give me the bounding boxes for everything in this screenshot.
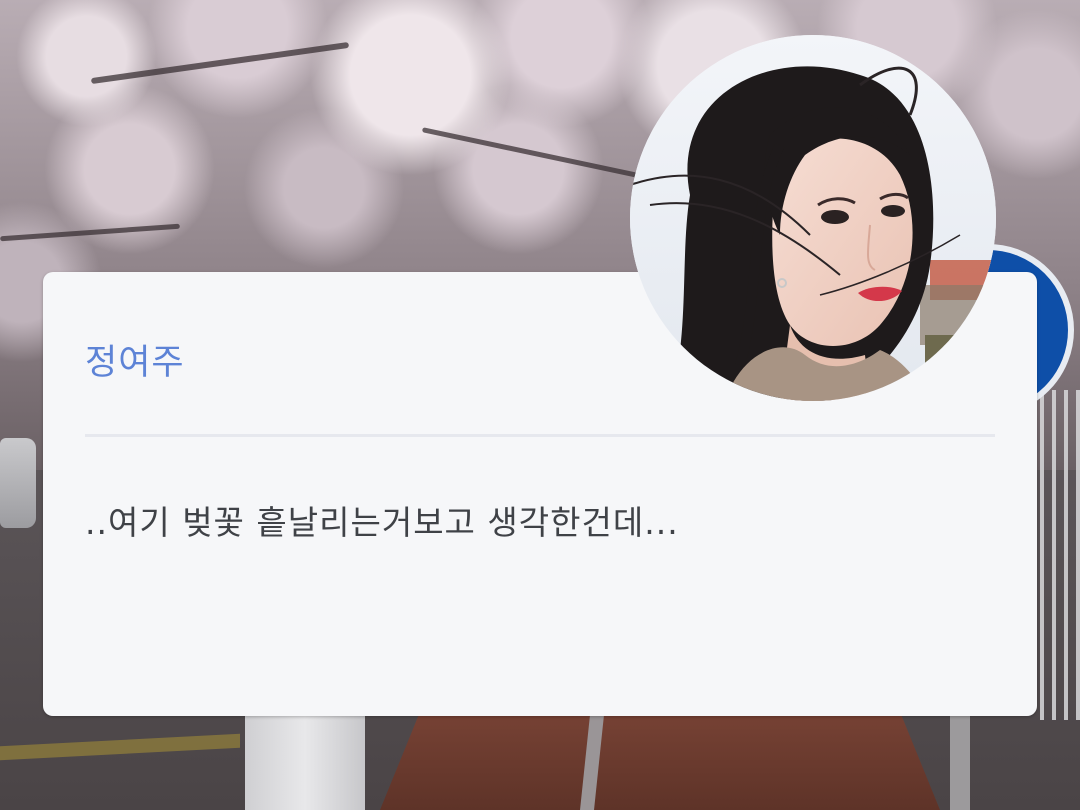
profile-avatar[interactable] (630, 35, 996, 401)
avatar-photo (630, 35, 996, 401)
pole (950, 716, 970, 810)
pillar (245, 716, 365, 810)
parked-car (0, 438, 36, 528)
divider (85, 434, 995, 437)
guard-rail (1040, 390, 1080, 720)
bike-lane (380, 700, 940, 810)
message-text: ..여기 벚꽃 흩날리는거보고 생각한건데... (85, 503, 679, 542)
sender-name: 정여주 (85, 343, 185, 383)
